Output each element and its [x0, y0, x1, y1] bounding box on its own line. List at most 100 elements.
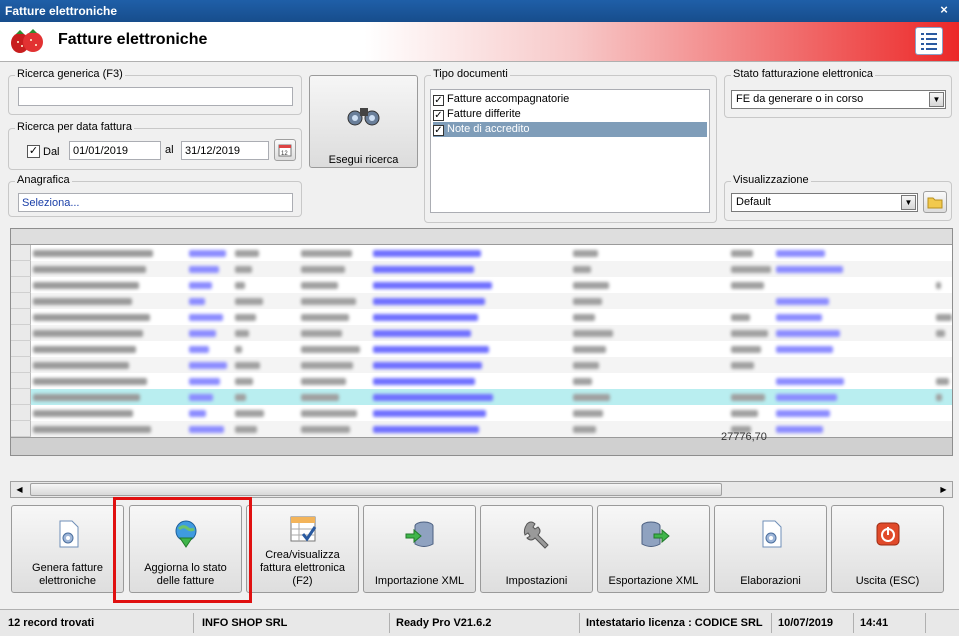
table-row[interactable]: [11, 373, 952, 389]
page-title: Fatture elettroniche: [58, 31, 208, 48]
table-row[interactable]: [11, 325, 952, 341]
obscured-cell: [189, 314, 223, 321]
obscured-cell: [33, 314, 150, 321]
table-row[interactable]: [11, 309, 952, 325]
table-row[interactable]: [11, 341, 952, 357]
fe-status-select[interactable]: FE da generare o in corso ▼: [731, 90, 946, 109]
table-row[interactable]: [11, 421, 952, 437]
obscured-cell: [189, 330, 216, 337]
chevron-down-icon[interactable]: ▼: [901, 195, 916, 210]
date-to-label: al: [165, 144, 174, 156]
exit-button[interactable]: Uscita (ESC): [831, 505, 944, 593]
status-company: INFO SHOP SRL: [198, 613, 390, 633]
obscured-cell: [301, 282, 338, 289]
row-header[interactable]: [11, 261, 31, 277]
doc-type-item[interactable]: ✓ Fatture differite: [433, 107, 707, 122]
obscured-cell: [776, 378, 844, 385]
status-bar: 12 record trovati INFO SHOP SRL Ready Pr…: [0, 609, 959, 636]
wrench-icon: [523, 521, 549, 549]
obscured-cell: [235, 330, 249, 337]
invoice-grid[interactable]: 27776,70: [10, 228, 953, 456]
obscured-cell: [373, 410, 486, 417]
row-header[interactable]: [11, 389, 31, 405]
obscured-cell: [33, 394, 140, 401]
row-header[interactable]: [11, 245, 31, 261]
obscured-cell: [573, 362, 599, 369]
obscured-cell: [33, 346, 136, 353]
export-xml-button[interactable]: Esportazione XML: [597, 505, 710, 593]
obscured-cell: [731, 346, 761, 353]
svg-text:12: 12: [281, 151, 288, 157]
generate-invoices-button[interactable]: Genera fatture elettroniche: [11, 505, 124, 593]
doc-type-item[interactable]: ✓ Fatture accompagnatorie: [433, 92, 707, 107]
table-row[interactable]: [11, 245, 952, 261]
obscured-cell: [731, 250, 753, 257]
date-to-input[interactable]: [181, 141, 269, 160]
date-from-input[interactable]: [69, 141, 161, 160]
table-row[interactable]: [11, 261, 952, 277]
row-header[interactable]: [11, 341, 31, 357]
date-search-label: Ricerca per data fattura: [15, 121, 134, 133]
processing-button[interactable]: Elaborazioni: [714, 505, 827, 593]
check-icon[interactable]: ✓: [433, 95, 444, 106]
row-header[interactable]: [11, 293, 31, 309]
row-header[interactable]: [11, 421, 31, 437]
obscured-cell: [573, 298, 602, 305]
callout-highlight: [113, 497, 252, 603]
date-from-checkbox[interactable]: ✓: [27, 145, 40, 158]
obscured-cell: [33, 362, 129, 369]
list-menu-icon[interactable]: [915, 27, 943, 55]
generic-search-input[interactable]: [18, 87, 293, 106]
create-invoice-button[interactable]: Crea/visualizza fattura elettronica (F2): [246, 505, 359, 593]
status-records: 12 record trovati: [4, 613, 194, 633]
view-select[interactable]: Default ▼: [731, 193, 918, 212]
obscured-cell: [373, 362, 482, 369]
import-xml-button[interactable]: Importazione XML: [363, 505, 476, 593]
obscured-cell: [373, 346, 489, 353]
row-header[interactable]: [11, 373, 31, 389]
scroll-left-icon[interactable]: ◀: [11, 482, 28, 497]
close-icon[interactable]: ×: [937, 2, 951, 17]
scroll-right-icon[interactable]: ▶: [935, 482, 952, 497]
search-button[interactable]: Esegui ricerca: [309, 75, 418, 168]
table-row[interactable]: [11, 277, 952, 293]
obscured-cell: [33, 282, 139, 289]
obscured-cell: [373, 266, 474, 273]
check-icon[interactable]: ✓: [433, 110, 444, 121]
row-header[interactable]: [11, 357, 31, 373]
search-button-label: Esegui ricerca: [328, 154, 399, 166]
settings-button[interactable]: Impostazioni: [480, 505, 593, 593]
scroll-thumb[interactable]: [30, 483, 722, 496]
obscured-cell: [373, 250, 481, 257]
obscured-cell: [573, 314, 595, 321]
chevron-down-icon[interactable]: ▼: [929, 92, 944, 107]
check-icon[interactable]: ✓: [433, 125, 444, 136]
obscured-cell: [189, 282, 212, 289]
row-header[interactable]: [11, 309, 31, 325]
status-time: 14:41: [856, 613, 926, 633]
grid-total-row: 27776,70: [11, 431, 952, 455]
grid-hscrollbar[interactable]: ◀ ▶: [10, 481, 953, 498]
obscured-cell: [33, 378, 147, 385]
table-row[interactable]: [11, 389, 952, 405]
table-row[interactable]: [11, 357, 952, 373]
obscured-cell: [776, 314, 822, 321]
obscured-cell: [731, 314, 750, 321]
row-header[interactable]: [11, 277, 31, 293]
obscured-cell: [235, 378, 253, 385]
table-row[interactable]: [11, 405, 952, 421]
anagrafica-input[interactable]: [18, 193, 293, 212]
binoculars-icon: [347, 108, 380, 126]
table-row[interactable]: [11, 293, 952, 309]
calendar-icon[interactable]: 12: [274, 139, 296, 161]
row-header[interactable]: [11, 405, 31, 421]
obscured-cell: [189, 250, 226, 257]
status-license: Intestatario licenza : CODICE SRL: [582, 613, 772, 633]
row-header[interactable]: [11, 325, 31, 341]
obscured-cell: [573, 394, 610, 401]
doc-type-list[interactable]: ✓ Fatture accompagnatorie ✓ Fatture differ…: [430, 89, 710, 213]
doc-type-item[interactable]: ✓ Note di accredito: [433, 122, 707, 137]
obscured-cell: [33, 330, 143, 337]
folder-icon[interactable]: [923, 191, 947, 213]
obscured-cell: [33, 298, 132, 305]
